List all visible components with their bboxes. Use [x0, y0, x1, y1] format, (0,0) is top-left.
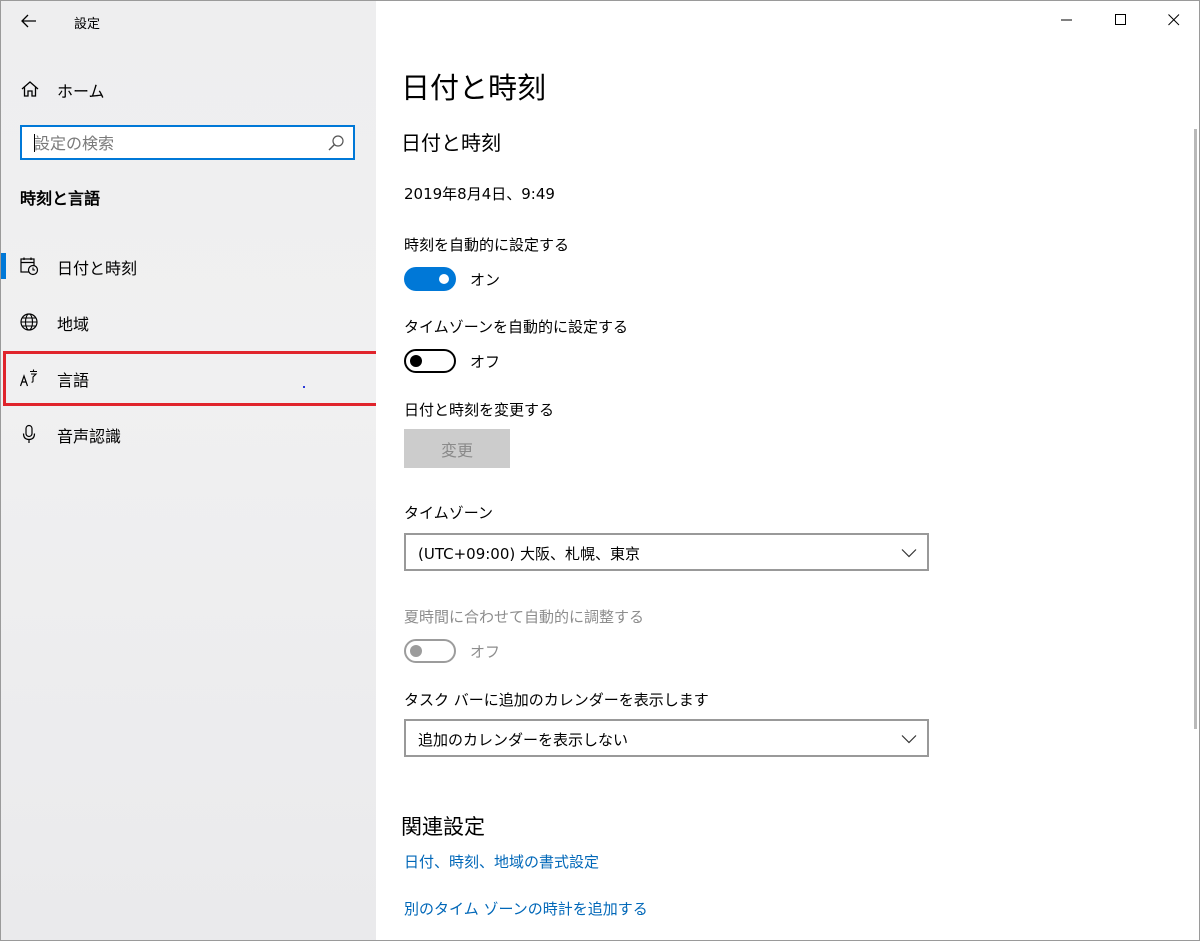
- minimize-button[interactable]: [1040, 1, 1094, 39]
- sidebar-item-label: 音声認識: [57, 427, 122, 446]
- settings-window: 設定 ホーム 時刻と言語 日付と時刻: [0, 0, 1200, 941]
- dst-label: 夏時間に合わせて自動的に調整する: [404, 608, 645, 626]
- app-title: 設定: [74, 17, 101, 32]
- calendar-clock-icon: [20, 257, 39, 276]
- toggle-knob: [410, 645, 422, 657]
- change-datetime-label: 日付と時刻を変更する: [404, 401, 555, 419]
- sidebar-item-label: 地域: [57, 315, 90, 334]
- auto-time-state: オン: [470, 271, 501, 289]
- dst-state: オフ: [470, 643, 501, 661]
- format-settings-link[interactable]: 日付、時刻、地域の書式設定: [404, 851, 599, 872]
- toggle-knob: [410, 355, 422, 367]
- home-icon: [21, 81, 39, 97]
- minimize-icon: [1061, 19, 1072, 21]
- auto-time-label: 時刻を自動的に設定する: [404, 236, 570, 254]
- microphone-icon: [22, 424, 36, 443]
- calendar-label: タスク バーに追加のカレンダーを表示します: [404, 691, 709, 709]
- timezone-label: タイムゾーン: [404, 504, 493, 522]
- globe-icon: [20, 313, 38, 331]
- auto-timezone-label: タイムゾーンを自動的に設定する: [404, 318, 628, 336]
- highlight-box: [3, 351, 379, 406]
- calendar-value: 追加のカレンダーを表示しない: [418, 731, 629, 749]
- cursor-dot: [303, 386, 305, 388]
- maximize-icon: [1115, 14, 1126, 25]
- auto-timezone-toggle[interactable]: [404, 349, 456, 373]
- auto-time-toggle[interactable]: [404, 267, 456, 291]
- chevron-down-icon: [901, 735, 917, 744]
- back-button[interactable]: [15, 7, 43, 35]
- close-button[interactable]: [1147, 1, 1199, 39]
- search-input[interactable]: [34, 131, 324, 155]
- timezone-select[interactable]: (UTC+09:00) 大阪、札幌、東京: [404, 533, 929, 571]
- chevron-down-icon: [901, 549, 917, 558]
- sidebar-item-home[interactable]: ホーム: [1, 71, 376, 107]
- section-title: 日付と時刻: [401, 131, 501, 155]
- toggle-knob: [439, 274, 449, 284]
- search-box[interactable]: [20, 125, 355, 160]
- sidebar-item-region[interactable]: 地域: [1, 297, 376, 347]
- sidebar-item-label: 日付と時刻: [57, 259, 138, 278]
- related-settings-title: 関連設定: [401, 815, 485, 839]
- change-button[interactable]: 変更: [404, 429, 510, 468]
- current-datetime: 2019年8月4日、9:49: [404, 185, 555, 203]
- sidebar: 設定 ホーム 時刻と言語 日付と時刻: [1, 1, 379, 940]
- sidebar-item-date-time[interactable]: 日付と時刻: [1, 241, 376, 291]
- sidebar-item-speech[interactable]: 音声認識: [1, 409, 376, 459]
- close-icon: [1168, 14, 1180, 26]
- scrollbar[interactable]: [1194, 129, 1197, 729]
- back-arrow-icon: [21, 14, 36, 28]
- dst-toggle[interactable]: [404, 639, 456, 663]
- add-clock-link[interactable]: 別のタイム ゾーンの時計を追加する: [404, 898, 648, 919]
- search-icon[interactable]: [327, 134, 345, 152]
- timezone-value: (UTC+09:00) 大阪、札幌、東京: [418, 545, 641, 563]
- text-caret: [34, 134, 35, 152]
- page-title: 日付と時刻: [401, 71, 547, 105]
- calendar-select[interactable]: 追加のカレンダーを表示しない: [404, 719, 929, 757]
- main-content: 日付と時刻 日付と時刻 2019年8月4日、9:49 時刻を自動的に設定する オ…: [376, 1, 1199, 940]
- maximize-button[interactable]: [1094, 1, 1148, 39]
- home-label: ホーム: [57, 82, 105, 101]
- auto-timezone-state: オフ: [470, 353, 501, 371]
- sidebar-section-title: 時刻と言語: [20, 189, 101, 208]
